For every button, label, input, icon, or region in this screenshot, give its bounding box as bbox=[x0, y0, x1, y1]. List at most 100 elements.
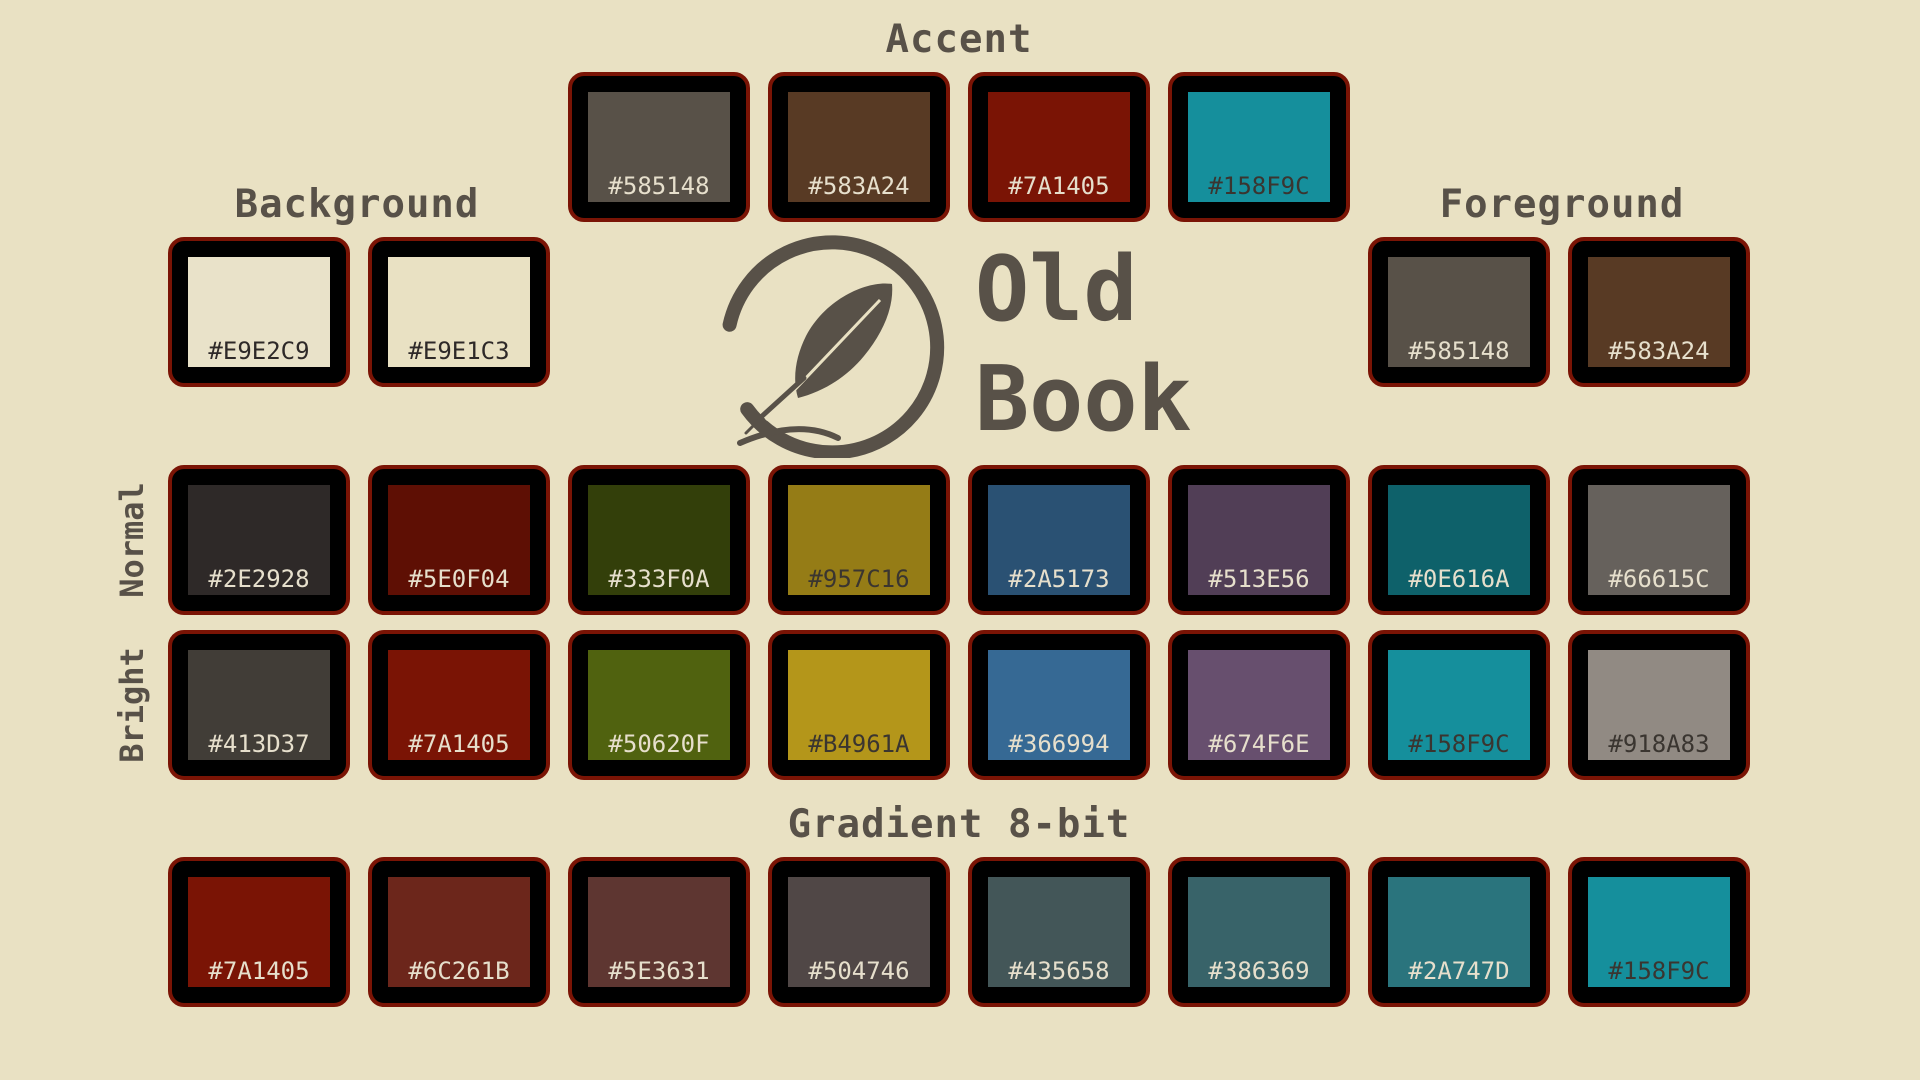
swatch-hex-label: #2A747D bbox=[1408, 957, 1510, 985]
swatch-color: #585148 bbox=[1388, 257, 1530, 367]
swatch-color: #583A24 bbox=[1588, 257, 1730, 367]
swatch-color: #50620F bbox=[588, 650, 730, 760]
swatch-hex-label: #7A1405 bbox=[208, 957, 310, 985]
bright-swatch: #B4961A bbox=[768, 630, 950, 780]
swatch-color: #957C16 bbox=[788, 485, 930, 595]
swatch-hex-label: #583A24 bbox=[808, 172, 910, 200]
swatch-hex-label: #674F6E bbox=[1208, 730, 1310, 758]
bright-swatch: #50620F bbox=[568, 630, 750, 780]
foreground-swatch: #583A24 bbox=[1568, 237, 1750, 387]
accent-heading: Accent bbox=[885, 17, 1033, 62]
bright-swatch: #158F9C bbox=[1368, 630, 1550, 780]
swatch-hex-label: #366994 bbox=[1008, 730, 1110, 758]
swatch-hex-label: #504746 bbox=[808, 957, 910, 985]
gradient-swatch: #435658 bbox=[968, 857, 1150, 1007]
swatch-hex-label: #957C16 bbox=[808, 565, 910, 593]
normal-swatch: #5E0F04 bbox=[368, 465, 550, 615]
swatch-hex-label: #583A24 bbox=[1608, 337, 1710, 365]
bright-swatch: #918A83 bbox=[1568, 630, 1750, 780]
swatch-hex-label: #B4961A bbox=[808, 730, 910, 758]
swatch-hex-label: #585148 bbox=[608, 172, 710, 200]
swatch-color: #E9E2C9 bbox=[188, 257, 330, 367]
swatch-hex-label: #E9E1C3 bbox=[408, 337, 510, 365]
background-swatch: #E9E2C9 bbox=[168, 237, 350, 387]
swatch-color: #513E56 bbox=[1188, 485, 1330, 595]
normal-swatch: #333F0A bbox=[568, 465, 750, 615]
title-old: Old bbox=[975, 237, 1138, 342]
normal-row-label: Normal bbox=[113, 482, 151, 598]
swatch-hex-label: #5E0F04 bbox=[408, 565, 510, 593]
swatch-color: #6C261B bbox=[388, 877, 530, 987]
swatch-color: #435658 bbox=[988, 877, 1130, 987]
swatch-color: #5E0F04 bbox=[388, 485, 530, 595]
accent-swatch: #583A24 bbox=[768, 72, 950, 222]
swatch-hex-label: #158F9C bbox=[1208, 172, 1310, 200]
swatch-color: #674F6E bbox=[1188, 650, 1330, 760]
quill-feather-icon bbox=[722, 235, 945, 458]
normal-swatch: #957C16 bbox=[768, 465, 950, 615]
swatch-hex-label: #158F9C bbox=[1408, 730, 1510, 758]
foreground-heading: Foreground bbox=[1439, 182, 1685, 227]
swatch-hex-label: #6C261B bbox=[408, 957, 510, 985]
swatch-color: #7A1405 bbox=[388, 650, 530, 760]
swatch-hex-label: #7A1405 bbox=[1008, 172, 1110, 200]
gradient-swatch: #386369 bbox=[1168, 857, 1350, 1007]
swatch-hex-label: #7A1405 bbox=[408, 730, 510, 758]
gradient-swatch: #6C261B bbox=[368, 857, 550, 1007]
swatch-hex-label: #513E56 bbox=[1208, 565, 1310, 593]
swatch-color: #366994 bbox=[988, 650, 1130, 760]
swatch-color: #B4961A bbox=[788, 650, 930, 760]
accent-swatch: #158F9C bbox=[1168, 72, 1350, 222]
gradient-swatch: #5E3631 bbox=[568, 857, 750, 1007]
swatch-hex-label: #66615C bbox=[1608, 565, 1710, 593]
swatch-hex-label: #435658 bbox=[1008, 957, 1110, 985]
swatch-color: #918A83 bbox=[1588, 650, 1730, 760]
swatch-color: #E9E1C3 bbox=[388, 257, 530, 367]
swatch-hex-label: #413D37 bbox=[208, 730, 310, 758]
gradient-heading: Gradient 8-bit bbox=[787, 802, 1131, 847]
bright-swatch: #366994 bbox=[968, 630, 1150, 780]
bright-row-label: Bright bbox=[113, 647, 151, 763]
gradient-swatch: #7A1405 bbox=[168, 857, 350, 1007]
swatch-hex-label: #0E616A bbox=[1408, 565, 1510, 593]
swatch-hex-label: #386369 bbox=[1208, 957, 1310, 985]
swatch-hex-label: #5E3631 bbox=[608, 957, 710, 985]
swatch-color: #333F0A bbox=[588, 485, 730, 595]
swatch-hex-label: #2E2928 bbox=[208, 565, 310, 593]
gradient-swatch: #2A747D bbox=[1368, 857, 1550, 1007]
swatch-color: #66615C bbox=[1588, 485, 1730, 595]
swatch-color: #0E616A bbox=[1388, 485, 1530, 595]
bright-swatch: #674F6E bbox=[1168, 630, 1350, 780]
normal-swatch: #66615C bbox=[1568, 465, 1750, 615]
swatch-hex-label: #E9E2C9 bbox=[208, 337, 310, 365]
swatch-hex-label: #918A83 bbox=[1608, 730, 1710, 758]
normal-swatch: #2E2928 bbox=[168, 465, 350, 615]
normal-swatch: #2A5173 bbox=[968, 465, 1150, 615]
swatch-color: #7A1405 bbox=[988, 92, 1130, 202]
gradient-swatch: #158F9C bbox=[1568, 857, 1750, 1007]
swatch-color: #386369 bbox=[1188, 877, 1330, 987]
title-book: Book bbox=[975, 347, 1192, 452]
accent-swatch: #7A1405 bbox=[968, 72, 1150, 222]
swatch-color: #158F9C bbox=[1588, 877, 1730, 987]
swatch-color: #413D37 bbox=[188, 650, 330, 760]
swatch-color: #5E3631 bbox=[588, 877, 730, 987]
background-heading: Background bbox=[234, 182, 480, 227]
normal-swatch: #513E56 bbox=[1168, 465, 1350, 615]
background-swatch: #E9E1C3 bbox=[368, 237, 550, 387]
swatch-hex-label: #585148 bbox=[1408, 337, 1510, 365]
foreground-swatch: #585148 bbox=[1368, 237, 1550, 387]
swatch-color: #583A24 bbox=[788, 92, 930, 202]
swatch-color: #504746 bbox=[788, 877, 930, 987]
swatch-color: #7A1405 bbox=[188, 877, 330, 987]
swatch-hex-label: #50620F bbox=[608, 730, 710, 758]
swatch-color: #2A5173 bbox=[988, 485, 1130, 595]
bright-swatch: #7A1405 bbox=[368, 630, 550, 780]
swatch-color: #2A747D bbox=[1388, 877, 1530, 987]
normal-swatch: #0E616A bbox=[1368, 465, 1550, 615]
swatch-hex-label: #2A5173 bbox=[1008, 565, 1110, 593]
gradient-swatch: #504746 bbox=[768, 857, 950, 1007]
swatch-color: #2E2928 bbox=[188, 485, 330, 595]
swatch-color: #158F9C bbox=[1188, 92, 1330, 202]
swatch-color: #158F9C bbox=[1388, 650, 1530, 760]
